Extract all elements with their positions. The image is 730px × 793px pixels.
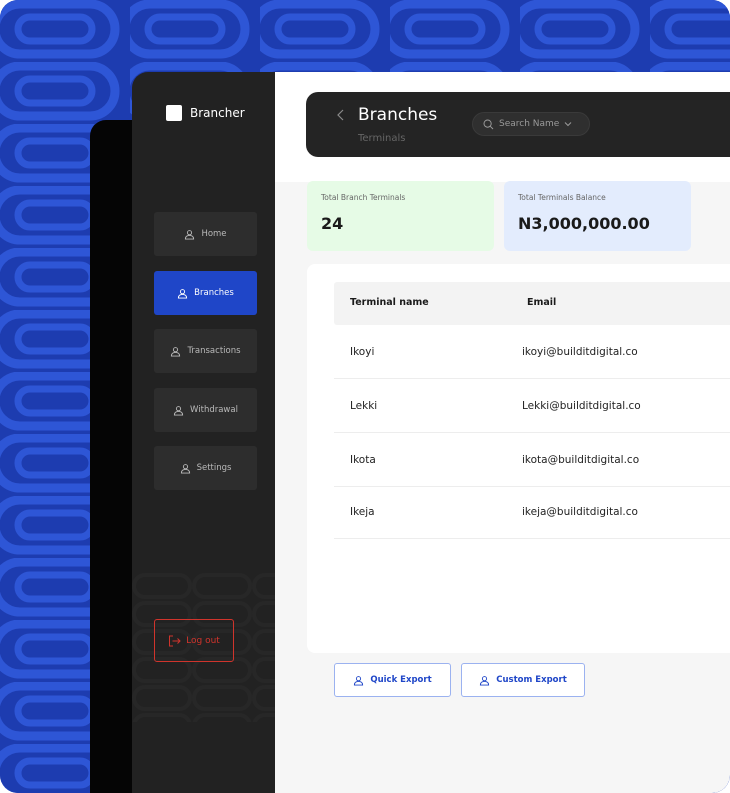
brand-name: Brancher xyxy=(190,106,245,120)
app-frame: Brancher Home Branches Transactions With… xyxy=(0,0,730,793)
custom-export-button[interactable]: Custom Export xyxy=(461,663,585,697)
page-title: Branches xyxy=(358,105,438,125)
sidebar-item-label: Branches xyxy=(194,288,234,298)
table-row[interactable]: Ikoyi ikoyi@builditdigital.co xyxy=(334,326,730,379)
user-icon xyxy=(178,288,188,299)
user-icon xyxy=(180,463,190,474)
quick-export-button[interactable]: Quick Export xyxy=(334,663,451,697)
chevron-down-icon xyxy=(564,122,572,127)
terminal-email: ikeja@builditdigital.co xyxy=(522,506,638,518)
user-icon xyxy=(480,675,490,686)
table-row[interactable]: Ikota ikota@builditdigital.co xyxy=(334,434,730,487)
search-input[interactable]: Search Name xyxy=(472,112,590,136)
page-header: Branches Terminals Search Name xyxy=(306,92,730,157)
sidebar-item-label: Home xyxy=(201,229,227,239)
logout-label: Log out xyxy=(186,635,220,646)
chevron-left-icon[interactable] xyxy=(336,107,346,123)
terminal-email: Lekki@builditdigital.co xyxy=(522,400,641,412)
brand[interactable]: Brancher xyxy=(166,105,245,121)
table-row[interactable]: Ikeja ikeja@builditdigital.co xyxy=(334,486,730,539)
sidebar-item-withdrawal[interactable]: Withdrawal xyxy=(154,388,257,432)
quick-export-label: Quick Export xyxy=(370,675,432,685)
main-content: Branches Terminals Search Name Total Bra… xyxy=(275,72,730,793)
column-header-email[interactable]: Email xyxy=(527,297,556,308)
user-icon xyxy=(171,346,181,357)
terminal-name: Ikoyi xyxy=(350,346,375,358)
stat-card-terminals-balance: Total Terminals Balance N3,000,000.00 xyxy=(504,181,691,251)
terminal-name: Ikeja xyxy=(350,506,375,518)
terminal-name: Lekki xyxy=(350,400,378,412)
stat-label: Total Branch Terminals xyxy=(321,193,406,202)
column-header-terminal-name[interactable]: Terminal name xyxy=(350,297,429,308)
terminal-name: Ikota xyxy=(350,454,376,466)
user-icon xyxy=(185,229,195,240)
sidebar-item-transactions[interactable]: Transactions xyxy=(154,329,257,373)
table-row[interactable]: Lekki Lekki@builditdigital.co xyxy=(334,380,730,433)
table-header: Terminal name Email xyxy=(334,282,730,325)
sidebar-item-label: Transactions xyxy=(187,346,241,356)
sidebar: Brancher Home Branches Transactions With… xyxy=(132,72,275,793)
sidebar-item-settings[interactable]: Settings xyxy=(154,446,257,490)
sidebar-item-home[interactable]: Home xyxy=(154,212,257,256)
custom-export-label: Custom Export xyxy=(496,675,567,685)
page-subtitle: Terminals xyxy=(358,133,406,144)
user-icon xyxy=(173,405,184,416)
terminals-table: Terminal name Email Ikoyi ikoyi@builditd… xyxy=(307,264,730,653)
stat-card-total-terminals: Total Branch Terminals 24 xyxy=(307,181,494,251)
logout-button[interactable]: Log out xyxy=(154,619,234,662)
stat-value: 24 xyxy=(321,214,344,233)
sidebar-item-label: Settings xyxy=(196,463,232,473)
search-icon xyxy=(483,119,494,129)
search-placeholder: Search Name xyxy=(499,119,560,129)
logout-icon xyxy=(169,635,181,646)
terminal-email: ikoyi@builditdigital.co xyxy=(522,346,638,358)
sidebar-item-branches[interactable]: Branches xyxy=(154,271,257,315)
sidebar-item-label: Withdrawal xyxy=(190,405,238,415)
user-icon xyxy=(354,675,364,686)
stat-label: Total Terminals Balance xyxy=(518,193,606,202)
stat-value: N3,000,000.00 xyxy=(518,214,650,233)
terminal-email: ikota@builditdigital.co xyxy=(522,454,640,466)
brand-logo-icon xyxy=(166,105,182,121)
